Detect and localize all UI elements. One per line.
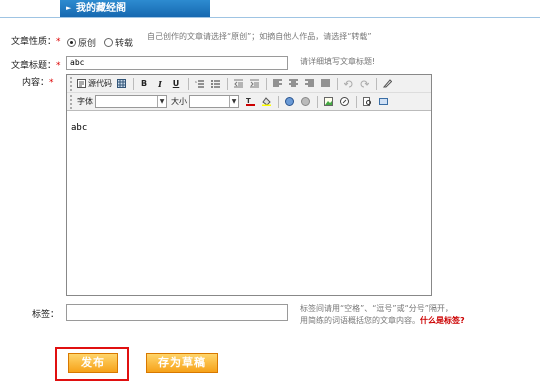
tags-input[interactable] bbox=[66, 304, 288, 321]
header-bar: ► 我的藏经阁 bbox=[0, 0, 540, 18]
separator bbox=[317, 95, 318, 108]
separator bbox=[337, 77, 338, 90]
rich-text-editor: 源代码 B I U 1 字体 ▼ 大小 ▼ T abc bbox=[66, 74, 432, 296]
editor-toolbar-2: 字体 ▼ 大小 ▼ T bbox=[67, 93, 431, 111]
bold-button[interactable]: B bbox=[137, 77, 151, 91]
ordered-list-icon[interactable]: 1 bbox=[192, 77, 206, 91]
font-label: 字体 bbox=[77, 97, 93, 106]
eraser-icon[interactable] bbox=[380, 77, 394, 91]
underline-button[interactable]: U bbox=[169, 77, 183, 91]
arrow-icon: ► bbox=[66, 4, 72, 12]
text-color-icon[interactable]: T bbox=[243, 95, 257, 109]
toolbar-grip bbox=[70, 76, 74, 91]
indent-icon[interactable] bbox=[247, 77, 261, 91]
separator bbox=[188, 77, 189, 90]
source-button[interactable]: 源代码 bbox=[77, 77, 112, 91]
bg-color-icon[interactable] bbox=[259, 95, 273, 109]
image-icon[interactable] bbox=[321, 95, 335, 109]
section-title: 我的藏经阁 bbox=[76, 3, 126, 14]
tags-label: 标签： bbox=[32, 310, 60, 320]
separator bbox=[266, 77, 267, 90]
type-label: 文章性质：* bbox=[11, 37, 61, 47]
editor-toolbar-1: 源代码 B I U 1 bbox=[67, 75, 431, 93]
italic-button[interactable]: I bbox=[153, 77, 167, 91]
size-label: 大小 bbox=[171, 97, 187, 106]
svg-text:T: T bbox=[246, 97, 251, 105]
separator bbox=[133, 77, 134, 90]
undo-icon[interactable] bbox=[341, 77, 355, 91]
radio-original[interactable]: 原创 bbox=[67, 36, 96, 49]
chevron-down-icon: ▼ bbox=[229, 96, 238, 107]
editor-content[interactable]: abc bbox=[71, 123, 87, 133]
type-hint: 自己创作的文章请选择“原创”；如摘自他人作品，请选择“转载” bbox=[147, 32, 372, 41]
link-icon[interactable] bbox=[282, 95, 296, 109]
separator bbox=[376, 77, 377, 90]
separator bbox=[278, 95, 279, 108]
publish-button[interactable]: 发布 bbox=[68, 353, 118, 373]
separator bbox=[227, 77, 228, 90]
tags-hint-1: 标签间请用“空格”、“逗号”或“分号”隔开， bbox=[300, 304, 453, 313]
tags-help-link[interactable]: 什么是标签? bbox=[420, 316, 465, 325]
tags-hint-2: 用简练的词语概括您的文章内容。什么是标签? bbox=[300, 316, 465, 325]
radio-repost[interactable]: 转载 bbox=[104, 36, 133, 49]
svg-text:1: 1 bbox=[195, 80, 197, 84]
title-label: 文章标题：* bbox=[11, 61, 61, 71]
redo-icon[interactable] bbox=[357, 77, 371, 91]
title-hint: 请详细填写文章标题! bbox=[300, 57, 376, 66]
separator bbox=[356, 95, 357, 108]
align-center-icon[interactable] bbox=[286, 77, 300, 91]
unlink-icon[interactable] bbox=[298, 95, 312, 109]
font-select[interactable]: ▼ bbox=[95, 95, 167, 108]
section-tab: ► 我的藏经阁 bbox=[60, 0, 210, 17]
outdent-icon[interactable] bbox=[231, 77, 245, 91]
preview-icon[interactable] bbox=[360, 95, 374, 109]
align-right-icon[interactable] bbox=[302, 77, 316, 91]
radio-unchecked-icon[interactable] bbox=[104, 38, 113, 47]
toolbar-grip bbox=[70, 94, 74, 109]
unordered-list-icon[interactable] bbox=[208, 77, 222, 91]
flash-icon[interactable] bbox=[337, 95, 351, 109]
radio-checked-icon[interactable] bbox=[67, 38, 76, 47]
save-draft-button[interactable]: 存为草稿 bbox=[146, 353, 218, 373]
align-left-icon[interactable] bbox=[270, 77, 284, 91]
fullscreen-icon[interactable] bbox=[376, 95, 390, 109]
title-input[interactable]: abc bbox=[66, 56, 288, 70]
size-select[interactable]: ▼ bbox=[189, 95, 239, 108]
align-justify-icon[interactable] bbox=[318, 77, 332, 91]
chevron-down-icon: ▼ bbox=[157, 96, 166, 107]
source-icon bbox=[77, 79, 86, 88]
table-icon[interactable] bbox=[114, 77, 128, 91]
content-label: 内容：* bbox=[22, 78, 54, 88]
